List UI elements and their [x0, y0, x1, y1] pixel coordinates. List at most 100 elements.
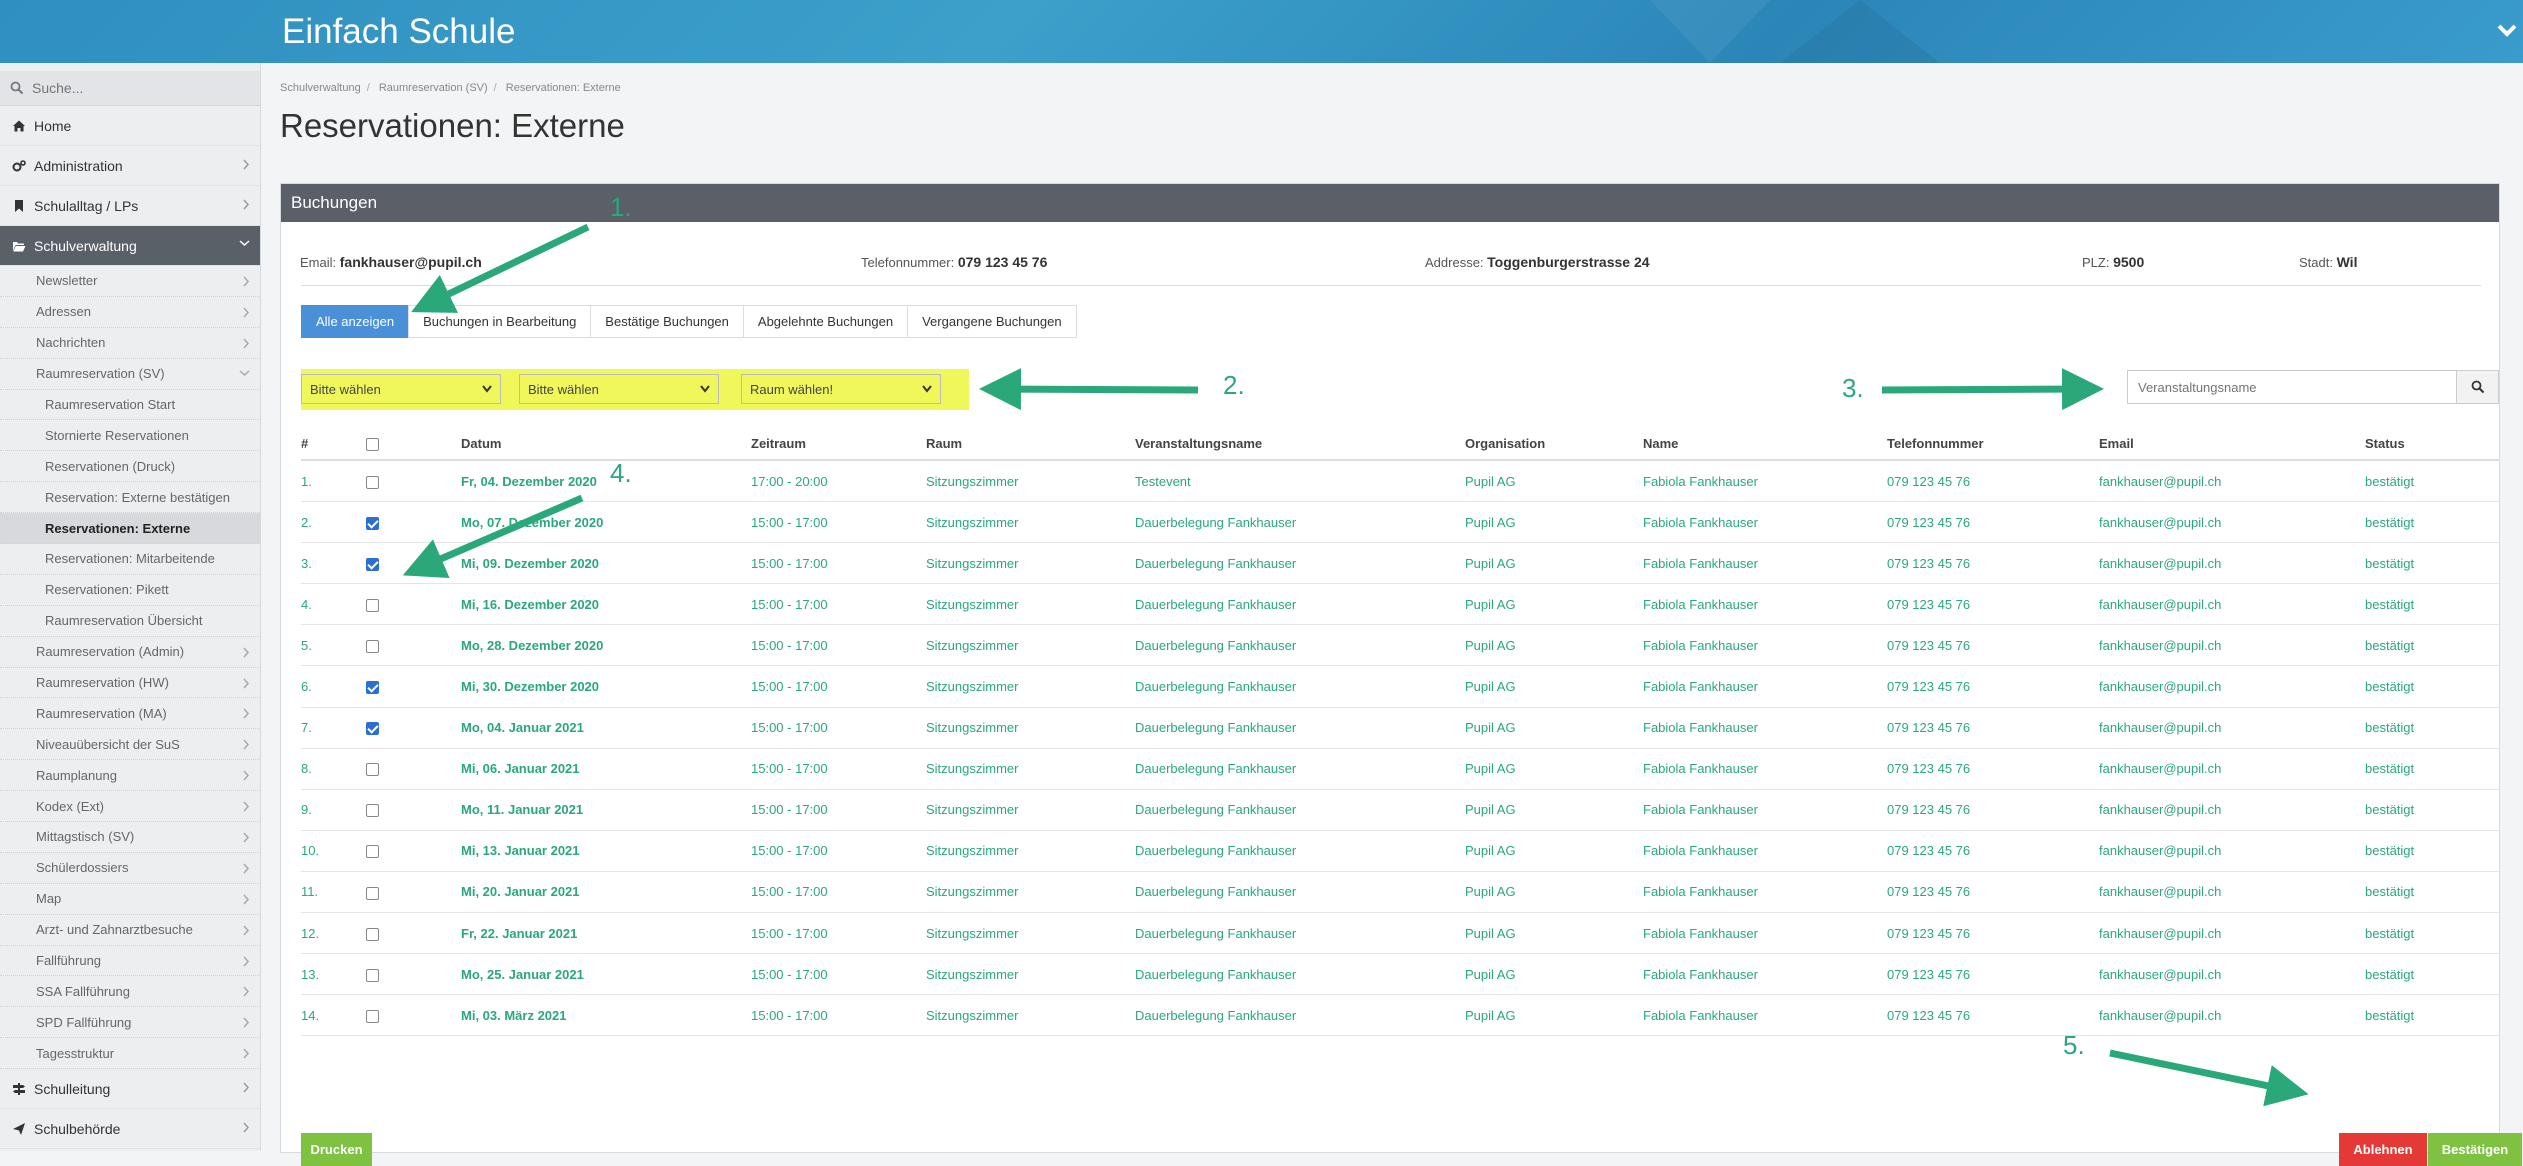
table-row[interactable]: 10. Mi, 13. Januar 2021 15:00 - 17:00 Sitzu… — [301, 830, 2499, 872]
table-row[interactable]: 5. Mo, 28. Dezember 2020 15:00 - 17:00 Sitz… — [301, 624, 2499, 667]
event-search-button[interactable] — [2456, 370, 2499, 404]
row-zeitraum[interactable]: 15:00 - 17:00 — [751, 583, 926, 626]
row-veranstaltungsname[interactable]: Dauerbelegung Fankhauser — [1135, 912, 1465, 955]
row-name[interactable]: Fabiola Fankhauser — [1643, 789, 1887, 831]
row-organisation[interactable]: Pupil AG — [1465, 830, 1643, 872]
row-zeitraum[interactable]: 15:00 - 17:00 — [751, 789, 926, 831]
row-telefonnummer[interactable]: 079 123 45 76 — [1887, 707, 2099, 749]
row-telefonnummer[interactable]: 079 123 45 76 — [1887, 871, 2099, 914]
sidebar-subitem-reservationen-pikett[interactable]: Reservationen: Pikett — [0, 575, 260, 606]
row-email[interactable]: fankhauser@pupil.ch — [2099, 748, 2365, 790]
row-veranstaltungsname[interactable]: Dauerbelegung Fankhauser — [1135, 871, 1465, 914]
sidebar-item-home[interactable]: Home — [0, 106, 260, 146]
sidebar-subitem-raumplanung[interactable]: Raumplanung — [0, 760, 260, 792]
sidebar-item-schulleitung[interactable]: Schulleitung — [0, 1069, 260, 1110]
row-name[interactable]: Fabiola Fankhauser — [1643, 583, 1887, 626]
table-row[interactable]: 6. Mi, 30. Dezember 2020 15:00 - 17:00 Sitz… — [301, 665, 2499, 708]
chevron-down-icon[interactable] — [2496, 16, 2518, 44]
row-datum[interactable]: Fr, 22. Januar 2021 — [461, 912, 751, 955]
sidebar-subitem-ssa-fallf-hrung[interactable]: SSA Fallführung — [0, 976, 260, 1008]
sidebar-subitem-newsletter[interactable]: Newsletter — [0, 266, 260, 297]
row-raum[interactable]: Sitzungszimmer — [926, 501, 1135, 544]
row-name[interactable]: Fabiola Fankhauser — [1643, 912, 1887, 955]
row-veranstaltungsname[interactable]: Dauerbelegung Fankhauser — [1135, 789, 1465, 831]
tab-bestaetigte[interactable]: Bestätige Buchungen — [590, 305, 744, 338]
row-email[interactable]: fankhauser@pupil.ch — [2099, 460, 2365, 503]
row-raum[interactable]: Sitzungszimmer — [926, 665, 1135, 708]
row-telefonnummer[interactable]: 079 123 45 76 — [1887, 624, 2099, 667]
breadcrumb-item[interactable]: Raumreservation (SV) — [379, 82, 488, 94]
sidebar-subitem-adressen[interactable]: Adressen — [0, 297, 260, 328]
row-organisation[interactable]: Pupil AG — [1465, 583, 1643, 626]
sidebar-subitem-niveau-bersicht-der-sus[interactable]: Niveauübersicht der SuS — [0, 729, 260, 761]
sidebar-subitem-raumreservation-ma[interactable]: Raumreservation (MA) — [0, 698, 260, 730]
row-email[interactable]: fankhauser@pupil.ch — [2099, 912, 2365, 955]
row-zeitraum[interactable]: 15:00 - 17:00 — [751, 994, 926, 1037]
row-raum[interactable]: Sitzungszimmer — [926, 583, 1135, 626]
sidebar-subitem-reservationen-mitarbeitende[interactable]: Reservationen: Mitarbeitende — [0, 544, 260, 575]
sidebar-subitem-stornierte-reservationen[interactable]: Stornierte Reservationen — [0, 420, 260, 452]
sidebar-subitem-raumreservation-hw[interactable]: Raumreservation (HW) — [0, 668, 260, 699]
table-row[interactable]: 2. Mo, 07. Dezember 2020 15:00 - 17:00 Sitz… — [301, 501, 2499, 544]
row-veranstaltungsname[interactable]: Dauerbelegung Fankhauser — [1135, 624, 1465, 667]
row-name[interactable]: Fabiola Fankhauser — [1643, 501, 1887, 544]
row-raum[interactable]: Sitzungszimmer — [926, 871, 1135, 914]
row-zeitraum[interactable]: 15:00 - 17:00 — [751, 748, 926, 790]
row-raum[interactable]: Sitzungszimmer — [926, 624, 1135, 667]
row-telefonnummer[interactable]: 079 123 45 76 — [1887, 460, 2099, 503]
row-status[interactable]: bestätigt — [2365, 789, 2499, 831]
col-status[interactable]: Status — [2365, 427, 2499, 461]
row-telefonnummer[interactable]: 079 123 45 76 — [1887, 789, 2099, 831]
row-zeitraum[interactable]: 15:00 - 17:00 — [751, 542, 926, 585]
row-veranstaltungsname[interactable]: Dauerbelegung Fankhauser — [1135, 707, 1465, 749]
row-checkbox[interactable] — [366, 475, 379, 489]
row-organisation[interactable]: Pupil AG — [1465, 789, 1643, 831]
tab-abgelehnte[interactable]: Abgelehnte Buchungen — [742, 305, 909, 338]
row-veranstaltungsname[interactable]: Dauerbelegung Fankhauser — [1135, 953, 1465, 996]
row-organisation[interactable]: Pupil AG — [1465, 748, 1643, 790]
row-checkbox[interactable] — [366, 516, 379, 530]
col-organisation[interactable]: Organisation — [1465, 427, 1643, 461]
row-zeitraum[interactable]: 15:00 - 17:00 — [751, 707, 926, 749]
row-zeitraum[interactable]: 15:00 - 17:00 — [751, 665, 926, 708]
row-datum[interactable]: Mo, 25. Januar 2021 — [461, 953, 751, 996]
row-veranstaltungsname[interactable]: Testevent — [1135, 460, 1465, 503]
table-row[interactable]: 11. Mi, 20. Januar 2021 15:00 - 17:00 Sitzu… — [301, 871, 2499, 914]
row-name[interactable]: Fabiola Fankhauser — [1643, 665, 1887, 708]
row-name[interactable]: Fabiola Fankhauser — [1643, 830, 1887, 872]
row-telefonnummer[interactable]: 079 123 45 76 — [1887, 583, 2099, 626]
table-row[interactable]: 9. Mo, 11. Januar 2021 15:00 - 17:00 Sitzun… — [301, 789, 2499, 831]
row-zeitraum[interactable]: 15:00 - 17:00 — [751, 871, 926, 914]
row-telefonnummer[interactable]: 079 123 45 76 — [1887, 665, 2099, 708]
col-zeitraum[interactable]: Zeitraum — [751, 427, 926, 461]
row-datum[interactable]: Mi, 13. Januar 2021 — [461, 830, 751, 872]
col-name[interactable]: Name — [1643, 427, 1887, 461]
row-organisation[interactable]: Pupil AG — [1465, 994, 1643, 1037]
row-email[interactable]: fankhauser@pupil.ch — [2099, 871, 2365, 914]
row-status[interactable]: bestätigt — [2365, 665, 2499, 708]
row-status[interactable]: bestätigt — [2365, 501, 2499, 544]
row-organisation[interactable]: Pupil AG — [1465, 953, 1643, 996]
select-all-checkbox[interactable] — [366, 437, 379, 451]
row-raum[interactable]: Sitzungszimmer — [926, 994, 1135, 1037]
row-organisation[interactable]: Pupil AG — [1465, 707, 1643, 749]
row-raum[interactable]: Sitzungszimmer — [926, 953, 1135, 996]
row-checkbox[interactable] — [366, 557, 379, 571]
sidebar-search-input[interactable] — [30, 79, 234, 97]
table-row[interactable]: 14. Mi, 03. März 2021 15:00 - 17:00 Sitzung… — [301, 994, 2499, 1037]
row-raum[interactable]: Sitzungszimmer — [926, 707, 1135, 749]
row-veranstaltungsname[interactable]: Dauerbelegung Fankhauser — [1135, 994, 1465, 1037]
row-organisation[interactable]: Pupil AG — [1465, 912, 1643, 955]
filter-select-1[interactable]: Bitte wählen — [301, 374, 501, 404]
row-checkbox[interactable] — [366, 845, 379, 859]
sidebar-subitem-kodex-ext[interactable]: Kodex (Ext) — [0, 791, 260, 823]
row-datum[interactable]: Mo, 04. Januar 2021 — [461, 707, 751, 749]
row-organisation[interactable]: Pupil AG — [1465, 542, 1643, 585]
row-datum[interactable]: Mi, 20. Januar 2021 — [461, 871, 751, 914]
sidebar-subitem-reservationen-externe[interactable]: Reservationen: Externe — [0, 513, 260, 545]
row-status[interactable]: bestätigt — [2365, 707, 2499, 749]
row-checkbox[interactable] — [366, 681, 379, 695]
row-raum[interactable]: Sitzungszimmer — [926, 460, 1135, 503]
table-row[interactable]: 3. Mi, 09. Dezember 2020 15:00 - 17:00 Sitz… — [301, 542, 2499, 585]
row-datum[interactable]: Fr, 04. Dezember 2020 — [461, 460, 751, 503]
